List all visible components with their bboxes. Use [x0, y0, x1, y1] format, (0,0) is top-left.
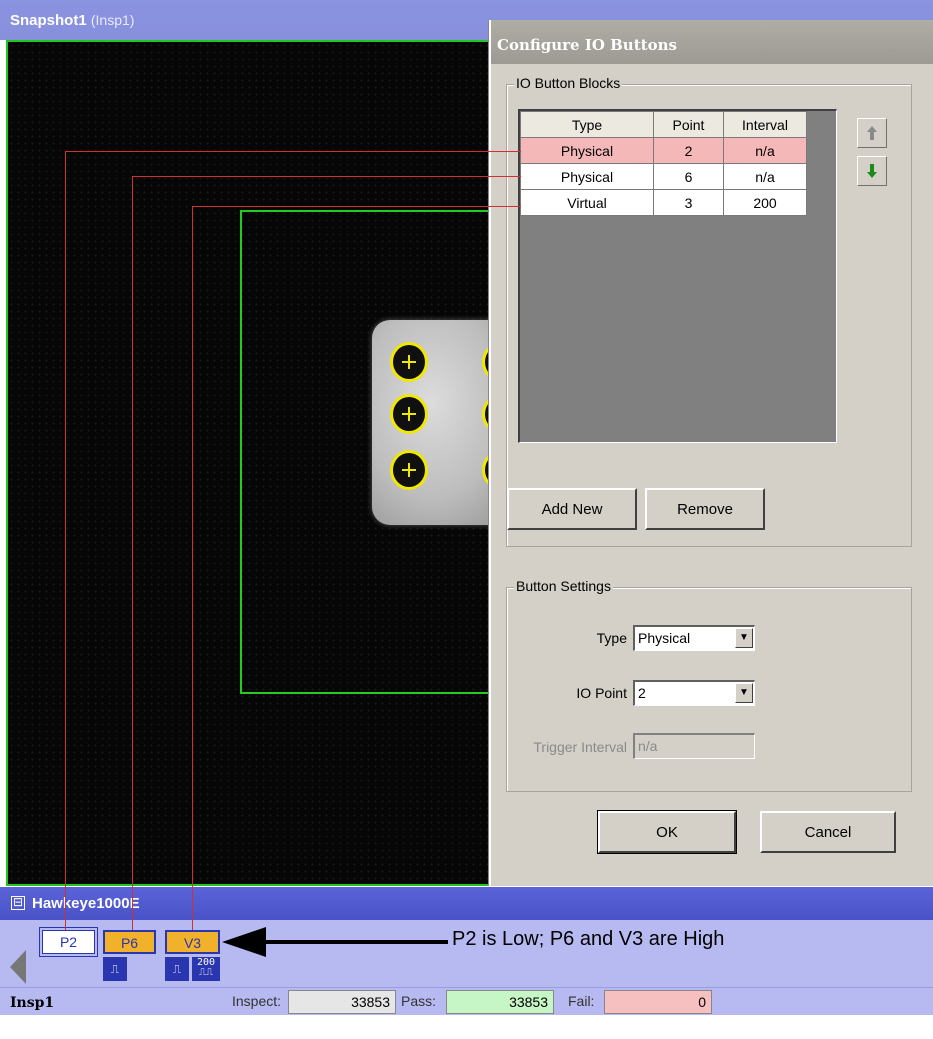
trigger-interval-icon: 200 ⎍⎍	[192, 957, 220, 981]
fail-count: 0	[604, 990, 712, 1014]
cell-point[interactable]: 6	[653, 163, 724, 190]
pass-count: 33853	[446, 990, 554, 1014]
inspection-name: Insp1	[10, 995, 55, 1011]
scroll-left-icon[interactable]	[10, 950, 26, 984]
pip-marker	[390, 394, 428, 434]
pass-label: Pass:	[401, 993, 437, 1009]
collapse-icon[interactable]: ⊟	[11, 896, 25, 910]
callout-line-p6	[132, 176, 133, 930]
move-up-button[interactable]	[857, 118, 887, 148]
chevron-down-icon[interactable]: ▼	[735, 683, 753, 703]
pulse-train-glyph: ⎍⎍	[199, 967, 213, 978]
dialog-title-bar[interactable]: Configure IO Buttons	[491, 20, 933, 64]
io-button-v3[interactable]: V3	[165, 930, 220, 954]
ok-button[interactable]: OK	[597, 810, 737, 854]
annotation-arrow-icon	[222, 927, 266, 957]
io-blocks-grid[interactable]: Type Point Interval Physical 2 n/a Physi…	[518, 109, 837, 443]
inspect-count: 33853	[288, 990, 396, 1014]
column-header-type[interactable]: Type	[520, 111, 654, 138]
add-new-button[interactable]: Add New	[507, 488, 637, 530]
annotation-arrow-shaft	[262, 940, 448, 944]
inspect-label: Inspect:	[232, 993, 282, 1009]
callout-line-v3	[192, 206, 521, 207]
trigger-interval-input: n/a	[633, 733, 755, 759]
io-button-p2[interactable]: P2	[42, 930, 95, 954]
arrow-up-icon	[867, 126, 877, 140]
cell-interval[interactable]: 200	[723, 189, 807, 216]
io-button-p6[interactable]: P6	[103, 930, 156, 954]
annotation-text: P2 is Low; P6 and V3 are High	[452, 928, 725, 950]
type-select-value: Physical	[638, 630, 691, 646]
chevron-down-icon[interactable]: ▼	[735, 628, 753, 648]
callout-line-p2	[65, 151, 521, 152]
type-label: Type	[596, 630, 627, 646]
io-point-select[interactable]: 2 ▼	[633, 680, 755, 706]
cell-point[interactable]: 2	[653, 137, 724, 164]
column-header-interval[interactable]: Interval	[723, 111, 807, 138]
pulse-icon: ⎍	[165, 957, 189, 981]
type-select[interactable]: Physical ▼	[633, 625, 755, 651]
trigger-interval-label: Trigger Interval	[533, 739, 627, 755]
cell-type[interactable]: Virtual	[520, 189, 654, 216]
pip-marker	[390, 342, 428, 382]
cell-type[interactable]: Physical	[520, 163, 654, 190]
move-down-button[interactable]	[857, 156, 887, 186]
io-point-select-value: 2	[638, 685, 646, 701]
arrow-down-icon	[867, 164, 877, 178]
button-settings-label: Button Settings	[514, 578, 613, 594]
io-point-label: IO Point	[576, 685, 627, 701]
pip-marker	[390, 450, 428, 490]
cell-point[interactable]: 3	[653, 189, 724, 216]
table-row[interactable]: Virtual 3 200	[520, 189, 807, 216]
table-row[interactable]: Physical 6 n/a	[520, 163, 807, 190]
hawkeye-panel-header[interactable]: ⊟ Hawkeye1000E	[0, 887, 933, 920]
status-bar: Insp1 Inspect: 33853 Pass: 33853 Fail: 0	[0, 987, 933, 1015]
callout-line-p6	[132, 176, 521, 177]
snapshot-subtitle: (Insp1)	[90, 12, 135, 28]
callout-line-p2	[65, 151, 66, 930]
cancel-button[interactable]: Cancel	[760, 811, 896, 853]
cell-interval[interactable]: n/a	[723, 163, 807, 190]
callout-line-v3	[192, 206, 193, 930]
io-button-blocks-label: IO Button Blocks	[514, 75, 623, 91]
remove-button[interactable]: Remove	[645, 488, 765, 530]
io-blocks-table: Type Point Interval Physical 2 n/a Physi…	[520, 111, 807, 216]
cell-interval[interactable]: n/a	[723, 137, 807, 164]
table-row[interactable]: Physical 2 n/a	[520, 137, 807, 164]
fail-label: Fail:	[568, 993, 595, 1009]
cell-type[interactable]: Physical	[520, 137, 654, 164]
pulse-icon: ⎍	[103, 957, 127, 981]
dialog-title: Configure IO Buttons	[497, 36, 677, 54]
column-header-point[interactable]: Point	[653, 111, 724, 138]
snapshot-title: Snapshot1 (Insp1)	[10, 12, 134, 29]
hawkeye-device-title: Hawkeye1000E	[32, 895, 140, 912]
snapshot-title-text: Snapshot1	[10, 12, 87, 29]
